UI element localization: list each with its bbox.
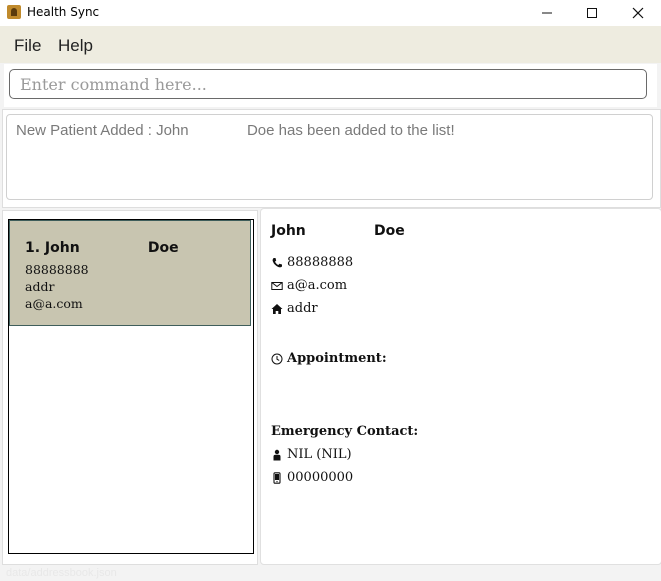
patient-card[interactable]: 1. John Doe 88888888 addr a@a.com: [9, 220, 251, 326]
window-title: Health Sync: [27, 5, 100, 19]
result-display[interactable]: New Patient Added : John Doe has been ad…: [6, 114, 653, 200]
detail-emergency-name-row: NIL (NIL): [271, 447, 352, 462]
patient-detail-panel: John Doe 88888888 a@a.com addr Appointme…: [260, 208, 661, 565]
maximize-button[interactable]: [569, 0, 615, 26]
menu-bar: File Help: [0, 26, 661, 63]
detail-appointment-row: Appointment:: [271, 351, 387, 366]
detail-email-row: a@a.com: [271, 278, 347, 293]
close-button[interactable]: [615, 0, 661, 26]
detail-emergency-label: Emergency Contact:: [271, 424, 419, 439]
patient-card-address: addr: [25, 279, 55, 294]
patient-card-phone: 88888888: [25, 262, 89, 277]
phone-icon: [272, 257, 282, 267]
command-box: Enter command here...: [4, 64, 657, 107]
detail-address: addr: [287, 301, 318, 316]
detail-emergency-name: NIL (NIL): [287, 447, 352, 462]
status-text: data/addressbook.json: [6, 567, 117, 579]
detail-emergency-phone-row: 00000000: [271, 470, 353, 485]
detail-name: John Doe: [271, 223, 405, 239]
menu-help[interactable]: Help: [58, 36, 93, 56]
home-icon: [271, 303, 283, 314]
detail-phone-row: 88888888: [271, 255, 353, 270]
status-bar: data/addressbook.json: [0, 565, 661, 581]
patient-card-name: 1. John Doe: [25, 240, 179, 256]
result-display-panel: New Patient Added : John Doe has been ad…: [2, 109, 661, 208]
app-icon: [7, 5, 21, 19]
minimize-icon: [542, 12, 552, 14]
maximize-icon: [587, 8, 597, 18]
detail-appointment-label: Appointment:: [287, 351, 387, 366]
mobile-icon: [273, 471, 281, 484]
title-bar: Health Sync: [0, 0, 661, 26]
detail-emergency-phone: 00000000: [287, 470, 354, 485]
person-icon: [273, 449, 281, 460]
clock-icon: [271, 353, 283, 364]
minimize-button[interactable]: [524, 0, 570, 26]
detail-address-row: addr: [271, 301, 318, 316]
envelope-icon: [271, 281, 283, 290]
menu-file[interactable]: File: [14, 36, 41, 56]
patient-list[interactable]: 1. John Doe 88888888 addr a@a.com: [8, 219, 254, 554]
close-icon: [632, 7, 644, 19]
detail-phone: 88888888: [287, 255, 354, 270]
command-input[interactable]: Enter command here...: [9, 69, 647, 99]
patient-card-email: a@a.com: [25, 296, 83, 311]
detail-email: a@a.com: [287, 278, 348, 293]
patient-list-panel: 1. John Doe 88888888 addr a@a.com: [2, 210, 258, 565]
